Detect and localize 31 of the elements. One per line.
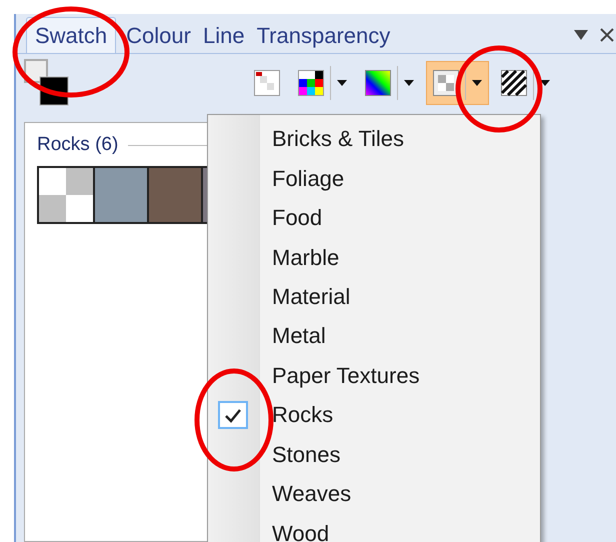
checkmark-icon bbox=[218, 401, 248, 430]
dropdown-arrow-icon[interactable] bbox=[337, 80, 347, 86]
tab[interactable]: Transparency bbox=[250, 17, 396, 53]
menu-item[interactable]: Foliage bbox=[208, 158, 540, 198]
menu-item[interactable]: Rocks bbox=[208, 395, 540, 435]
gallery-heading: Rocks (6) bbox=[37, 133, 118, 157]
menu-item[interactable]: Weaves bbox=[208, 474, 540, 514]
checkerboard-icon bbox=[433, 70, 459, 96]
menu-item[interactable]: Metal bbox=[208, 316, 540, 356]
menu-item[interactable]: Material bbox=[208, 276, 540, 316]
close-icon[interactable] bbox=[600, 28, 614, 42]
dropdown-arrow-icon[interactable] bbox=[404, 80, 414, 86]
gradient-icon bbox=[365, 70, 391, 96]
texture-swatch[interactable] bbox=[147, 168, 201, 222]
menu-item[interactable]: Bricks & Tiles bbox=[208, 119, 540, 158]
dropdown-arrow-icon[interactable] bbox=[472, 80, 482, 86]
panel-menu-arrow-icon[interactable] bbox=[574, 30, 588, 40]
menu-item[interactable]: Marble bbox=[208, 237, 540, 277]
dropdown-arrow-icon[interactable] bbox=[540, 80, 550, 86]
tab[interactable]: Swatch bbox=[26, 17, 116, 53]
menu-item[interactable]: Stones bbox=[208, 434, 540, 474]
menu-item[interactable]: Food bbox=[208, 198, 540, 238]
menu-item[interactable]: Wood bbox=[208, 514, 540, 542]
tab[interactable]: Line bbox=[196, 17, 251, 53]
hatch-pattern-icon bbox=[501, 70, 527, 96]
menu-item[interactable]: Paper Textures bbox=[208, 356, 540, 396]
tab[interactable]: Colour bbox=[120, 17, 197, 53]
no-fill-icon bbox=[254, 70, 280, 96]
texture-swatch[interactable] bbox=[93, 168, 147, 222]
colour-grid-icon bbox=[298, 70, 324, 96]
transparent-swatch-icon[interactable] bbox=[39, 168, 93, 222]
